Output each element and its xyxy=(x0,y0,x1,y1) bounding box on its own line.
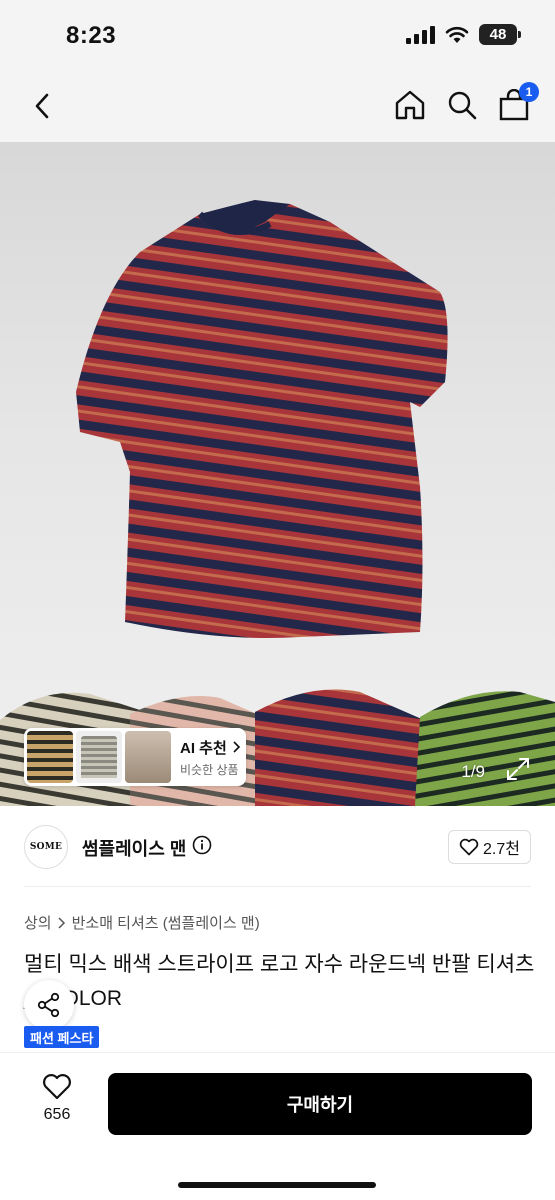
search-button[interactable] xyxy=(443,86,481,124)
wishlist-button[interactable]: 656 xyxy=(30,1073,84,1124)
ai-thumb-1 xyxy=(27,731,73,783)
ai-text: AI 추천 비슷한 상품 xyxy=(180,737,241,778)
breadcrumb-item-top[interactable]: 상의 xyxy=(24,912,52,933)
seller-like-button[interactable]: 2.7천 xyxy=(448,830,531,864)
signal-icon xyxy=(406,25,435,44)
status-icons: 48 xyxy=(406,24,521,45)
battery-icon: 48 xyxy=(479,24,521,45)
image-page-counter: 1/9 xyxy=(461,762,485,781)
heart-icon xyxy=(459,838,479,856)
cart-button[interactable]: 1 xyxy=(495,82,539,124)
breadcrumb: 상의 반소매 티셔츠 (썸플레이스 맨) xyxy=(24,912,260,933)
breadcrumb-item-category[interactable]: 반소매 티셔츠 (썸플레이스 맨) xyxy=(72,912,260,933)
chevron-left-icon xyxy=(35,93,49,119)
home-icon xyxy=(395,90,425,120)
nav-actions: 1 xyxy=(391,82,539,124)
ai-thumb-2 xyxy=(76,731,122,783)
nav-bar: 1 xyxy=(0,70,555,142)
status-bar: 8:23 48 xyxy=(0,0,555,70)
ai-card-subtitle: 비슷한 상품 xyxy=(180,762,239,777)
expand-icon xyxy=(507,758,529,780)
promo-badge: 패션 페스타 xyxy=(24,1026,100,1048)
search-icon xyxy=(448,91,477,120)
ai-card-title: AI 추천 xyxy=(180,739,227,757)
buy-button[interactable]: 구매하기 xyxy=(108,1073,532,1135)
seller-logo[interactable]: SOME xyxy=(24,825,68,869)
heart-icon xyxy=(43,1074,71,1100)
product-image-gallery[interactable]: AI 추천 비슷한 상품 1/9 xyxy=(0,142,555,806)
home-button[interactable] xyxy=(391,86,429,124)
share-icon xyxy=(37,992,60,1018)
seller-row: SOME 썸플레이스 맨 2.7천 xyxy=(0,806,555,886)
share-button[interactable] xyxy=(24,980,74,1030)
ai-thumb-3 xyxy=(125,731,171,783)
chevron-right-icon xyxy=(233,741,240,753)
status-time: 8:23 xyxy=(66,22,117,49)
divider xyxy=(24,886,531,887)
product-photo xyxy=(0,200,555,806)
expand-image-button[interactable] xyxy=(505,756,531,782)
seller-name[interactable]: 썸플레이스 맨 xyxy=(82,835,186,861)
back-button[interactable] xyxy=(24,88,60,124)
wifi-icon xyxy=(445,26,469,43)
seller-like-count: 2.7천 xyxy=(483,841,520,858)
chevron-right-icon xyxy=(58,916,65,929)
cart-count-badge: 1 xyxy=(519,82,539,102)
bottom-action-bar: 656 구매하기 xyxy=(0,1052,555,1200)
info-icon[interactable] xyxy=(192,835,212,855)
wishlist-count: 656 xyxy=(43,1106,71,1123)
ai-recommend-card[interactable]: AI 추천 비슷한 상품 xyxy=(24,728,246,786)
home-indicator xyxy=(178,1182,376,1188)
product-title: 멀티 믹스 배색 스트라이프 로고 자수 라운드넥 반팔 티셔츠 _4COLOR xyxy=(24,953,535,1010)
